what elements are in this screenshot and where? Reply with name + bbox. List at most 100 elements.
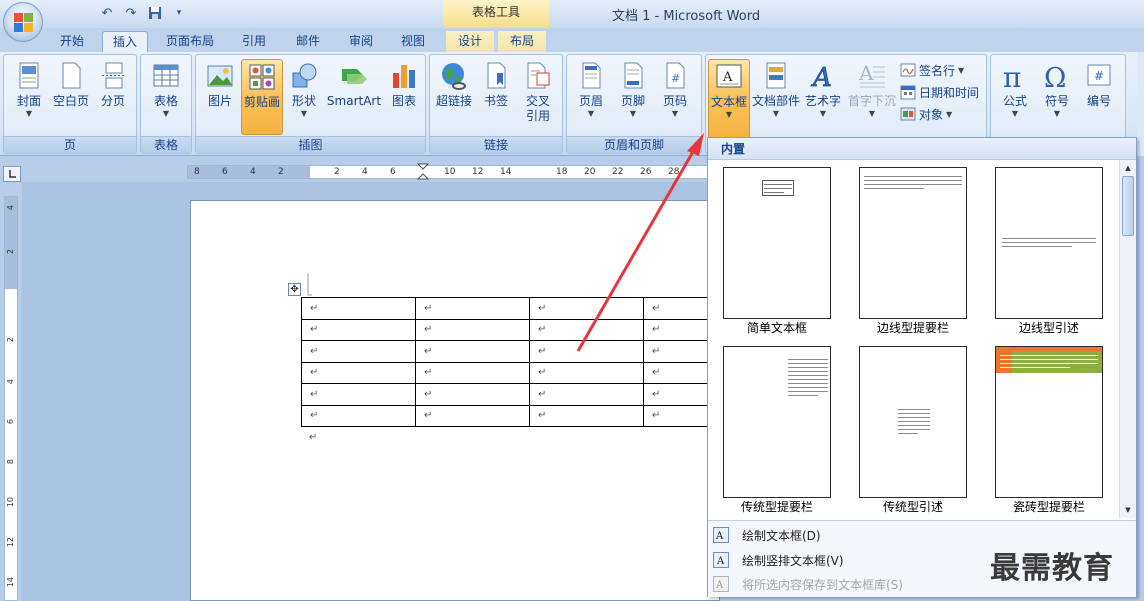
undo-icon[interactable]: ↶ (98, 4, 116, 22)
drop-cap-button[interactable]: A 首字下沉 ▼ (846, 59, 898, 135)
table-button[interactable]: 表格 ▼ (145, 59, 187, 135)
bookmark-button[interactable]: 书签 (475, 59, 517, 135)
blank-page-icon (56, 61, 86, 91)
table-cell[interactable]: ↵ (529, 404, 644, 427)
table-cell[interactable]: ↵ (529, 361, 644, 384)
table-cell[interactable]: ↵ (415, 404, 530, 427)
ruler-tick: 8 (194, 167, 200, 177)
tab-design[interactable]: 设计 (446, 31, 494, 52)
table-cell[interactable]: ↵ (415, 297, 530, 320)
ruler-tick: 2 (6, 337, 15, 343)
gallery-item-simple-text-box[interactable]: 简单文本框 (720, 162, 832, 335)
page-number-button[interactable]: # 页码 ▼ (654, 59, 696, 135)
text-box-gallery: 内置 简单文本框 边线型提要栏 边线型引述 传统型提要栏 传统型引述 瓷砖型提要… (707, 137, 1137, 597)
table-cell[interactable]: ↵ (415, 340, 530, 363)
table-cell[interactable]: ↵ (415, 383, 530, 406)
tab-layout[interactable]: 布局 (498, 31, 546, 52)
header-button[interactable]: 页眉 ▼ (570, 59, 612, 135)
gallery-item-traditional-sidebar[interactable]: 传统型提要栏 (720, 341, 832, 514)
customize-qat-icon[interactable]: ▾ (170, 4, 188, 22)
ruler-tick: 28 (668, 167, 680, 177)
table-cell[interactable]: ↵ (529, 383, 644, 406)
scroll-down-icon[interactable]: ▼ (1122, 504, 1134, 516)
office-logo-icon (14, 13, 34, 33)
tab-selector[interactable] (3, 166, 21, 182)
table-cell[interactable]: ↵ (529, 340, 644, 363)
clip-art-button[interactable]: 剪贴画 (241, 59, 283, 135)
equation-button[interactable]: π 公式 ▼ (994, 59, 1036, 135)
save-icon[interactable] (146, 4, 164, 22)
svg-text:A: A (715, 580, 724, 591)
tab-home[interactable]: 开始 (48, 31, 96, 52)
chart-button[interactable]: 图表 (383, 59, 425, 135)
ruler-tick: 2 (6, 249, 15, 255)
page-break-button[interactable]: 分页 (92, 59, 134, 135)
table-tools-context-title: 表格工具 (443, 0, 549, 28)
hyperlink-button[interactable]: 超链接 (433, 59, 475, 135)
quick-access-toolbar: ↶ ↷ ▾ (48, 4, 188, 22)
table-cell[interactable]: ↵ (301, 383, 416, 406)
tab-mailings[interactable]: 邮件 (288, 31, 328, 52)
cross-reference-button[interactable]: 交叉 引用 (517, 59, 559, 135)
chevron-down-icon: ▼ (162, 109, 170, 118)
picture-button[interactable]: 图片 (199, 59, 241, 135)
tab-references[interactable]: 引用 (234, 31, 274, 52)
table-cell[interactable]: ↵ (529, 318, 644, 341)
svg-text:A: A (716, 556, 725, 567)
office-button[interactable] (3, 2, 43, 42)
gallery-item-traditional-quote[interactable]: 传统型引述 (856, 341, 968, 514)
cover-page-button[interactable]: 封面 ▼ (8, 59, 50, 135)
quick-parts-button[interactable]: 文档部件 ▼ (752, 59, 800, 135)
tab-page-layout[interactable]: 页面布局 (158, 31, 222, 52)
shapes-button[interactable]: 形状 ▼ (283, 59, 325, 135)
title-bar: ↶ ↷ ▾ 表格工具 文档 1 - Microsoft Word (0, 0, 1144, 28)
svg-text:#: # (1094, 69, 1104, 83)
footer-icon (618, 61, 648, 91)
ruler-tick: 22 (612, 167, 624, 177)
table-cell[interactable]: ↵ (415, 361, 530, 384)
scroll-up-icon[interactable]: ▲ (1122, 162, 1134, 174)
svg-text:A: A (811, 63, 832, 91)
object-button[interactable]: 对象 ▼ (900, 104, 952, 124)
symbol-button[interactable]: Ω 符号 ▼ (1036, 59, 1078, 135)
gallery-thumbnail (723, 167, 831, 319)
table-move-handle-icon[interactable]: ✥ (288, 283, 301, 296)
gallery-item-border-quote[interactable]: 边线型引述 (992, 162, 1104, 335)
wordart-button[interactable]: A 艺术字 ▼ (802, 59, 844, 135)
date-time-button[interactable]: 日期和时间 (900, 82, 979, 102)
table-cell[interactable]: ↵ (301, 340, 416, 363)
ruler-tick: 14 (6, 577, 15, 588)
gallery-item-tile-sidebar[interactable]: 瓷砖型提要栏 (992, 341, 1104, 514)
blank-page-button[interactable]: 空白页 (50, 59, 92, 135)
ruler-tick: 2 (334, 167, 340, 177)
gallery-item-border-sidebar[interactable]: 边线型提要栏 (856, 162, 968, 335)
smartart-button[interactable]: SmartArt (325, 59, 383, 135)
tab-insert[interactable]: 插入 (102, 31, 148, 52)
table-cell[interactable]: ↵ (301, 404, 416, 427)
table-cell[interactable]: ↵ (301, 297, 416, 320)
table-cell[interactable]: ↵ (301, 318, 416, 341)
document-table[interactable]: ↵ ↵ ↵ ↵ ↵ ↵ ↵ ↵ ↵ ↵ ↵ ↵ ↵ ↵ ↵ ↵ ↵ ↵ ↵ ↵ ↵ ↵ ↵ ↵ (301, 297, 758, 427)
footer-button[interactable]: 页脚 ▼ (612, 59, 654, 135)
redo-icon[interactable]: ↷ (122, 4, 140, 22)
scrollbar-thumb[interactable] (1122, 176, 1134, 236)
table-cell[interactable]: ↵ (301, 361, 416, 384)
indent-marker-icon[interactable] (417, 163, 429, 181)
vertical-ruler[interactable]: 4 2 2 4 6 8 10 12 14 (4, 196, 18, 601)
gallery-scrollbar[interactable]: ▲ ▼ (1119, 160, 1136, 518)
table-row: ↵ ↵ ↵ ↵ (301, 404, 758, 427)
ruler-tick: 4 (250, 167, 256, 177)
tab-review[interactable]: 审阅 (341, 31, 381, 52)
wordart-icon: A (808, 61, 838, 94)
number-icon: # (1084, 61, 1114, 91)
group-header-footer: 页眉 ▼ 页脚 ▼ # 页码 ▼ 页眉和页脚 (566, 54, 702, 154)
signature-line-button[interactable]: 签名行 ▼ (900, 60, 964, 80)
ruler-tick: 6 (222, 167, 228, 177)
table-cell[interactable]: ↵ (415, 318, 530, 341)
tab-view[interactable]: 视图 (393, 31, 433, 52)
number-button[interactable]: # 编号 (1078, 59, 1120, 135)
signature-icon (900, 62, 916, 78)
table-cell[interactable]: ↵ (529, 297, 644, 320)
horizontal-ruler[interactable]: 8 6 4 2 2 4 6 10 12 14 18 20 22 26 28 (187, 163, 709, 181)
text-box-button[interactable]: A 文本框 ▼ (708, 59, 750, 139)
